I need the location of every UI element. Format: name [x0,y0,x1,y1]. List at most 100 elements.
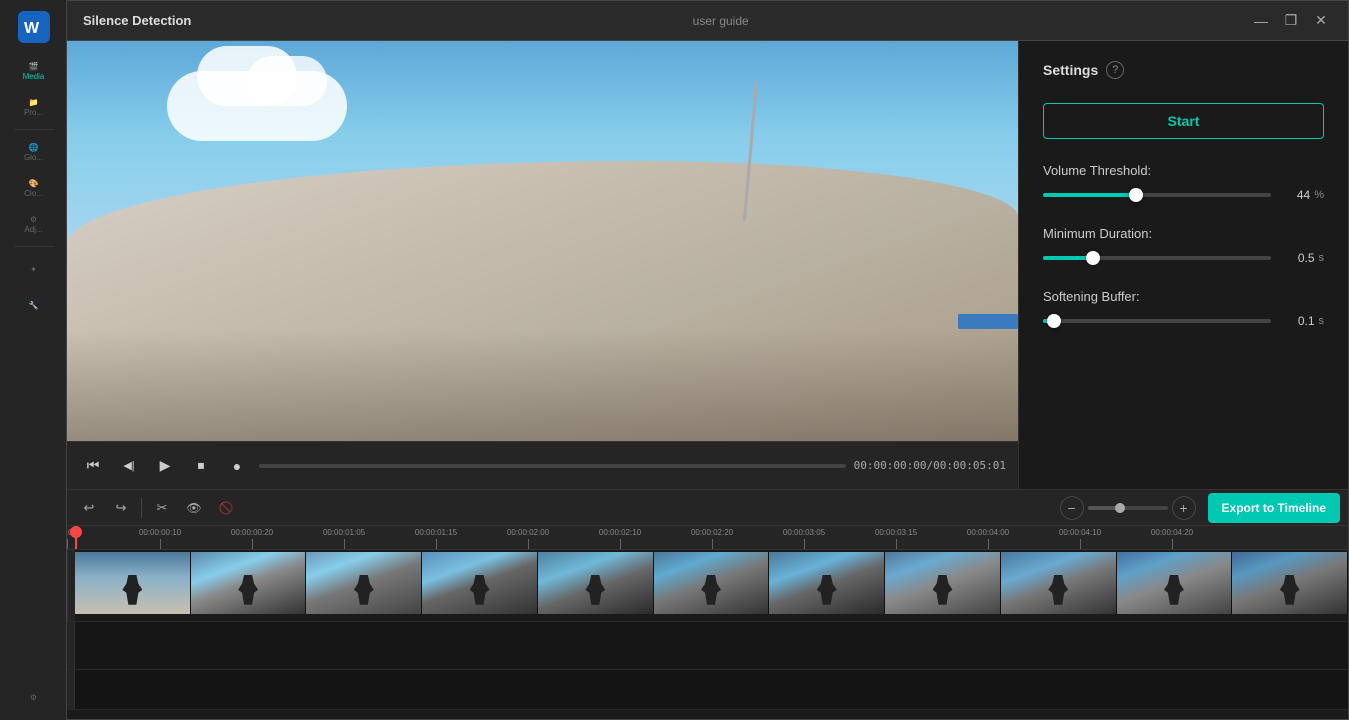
volume-threshold-unit: % [1314,189,1324,201]
stop-button[interactable]: ⏹ [187,452,215,480]
minimize-button[interactable]: — [1250,10,1272,32]
export-to-timeline-button[interactable]: Export to Timeline [1208,493,1340,523]
softening-buffer-group: Softening Buffer: 0.1 s [1043,289,1324,328]
thumb-frame-2 [191,552,307,614]
volume-threshold-fill [1043,193,1136,197]
softening-buffer-slider[interactable] [1043,319,1271,323]
skater-7 [817,575,837,605]
timeline-ruler: 00:00 00:00:00:10 00:00:00:20 00:00:01:0… [67,526,1348,550]
thumb-frame-5 [538,552,654,614]
zoom-in-button[interactable]: + [1172,496,1196,520]
dialog-title: Silence Detection [83,13,191,28]
video-progress-bar[interactable] [259,464,846,468]
audio-track-label-2 [67,670,75,709]
time-indicator-head [70,526,82,538]
undo-button[interactable]: ↩ [75,494,103,522]
zoom-thumb[interactable] [1115,503,1125,513]
thumb-frame-8 [885,552,1001,614]
skater-10 [1164,575,1184,605]
ruler-label-1: 00:00:00:10 [139,528,181,539]
minimum-duration-label: Minimum Duration: [1043,226,1324,241]
sidebar-item-adjust[interactable]: ⚙ Adj... [8,207,60,241]
softening-buffer-value: 0.1 s [1279,314,1324,328]
ruler-label-5: 00:00:02:00 [507,528,549,539]
minimum-duration-thumb[interactable] [1086,251,1100,265]
video-controls-bar: ⏮ ◀| ▶ ⏹ ● 00:00:00:00/00:00:05:01 [67,441,1018,489]
start-button[interactable]: Start [1043,103,1324,139]
skater-3 [354,575,374,605]
ruler-tick-5 [528,539,529,549]
sidebar-item-global[interactable]: 🌐 Glo... [8,135,60,169]
audio-track-content-2[interactable] [75,670,1348,709]
softening-buffer-thumb[interactable] [1047,314,1061,328]
timeline-tracks [67,550,1348,719]
restore-button[interactable]: ❐ [1280,10,1302,32]
dialog-main: ⏮ ◀| ▶ ⏹ ● 00:00:00:00/00:00:05:01 Setti… [67,41,1348,489]
play-button[interactable]: ▶ [151,452,179,480]
video-track-content[interactable] [75,550,1348,621]
left-sidebar: W 🎬 Media 📁 Pro... 🌐 Glo... 🎨 Clo... ⚙ A… [0,0,68,720]
loop-button[interactable]: ● [223,452,251,480]
redo-button[interactable]: ↪ [107,494,135,522]
silence-detection-dialog: Silence Detection user guide — ❐ ✕ [66,0,1349,720]
step-frame-back-button[interactable]: ◀| [115,452,143,480]
zoom-out-button[interactable]: − [1060,496,1084,520]
zoom-controls: − + [1060,496,1196,520]
audio-track-content[interactable] [75,622,1348,669]
volume-threshold-row: 44 % [1043,188,1324,202]
sidebar-item-project[interactable]: 📁 Pro... [8,90,60,124]
ruler-label-10: 00:00:04:00 [967,528,1009,539]
dialog-titlebar: Silence Detection user guide — ❐ ✕ [67,1,1348,41]
thumb-frame-4 [422,552,538,614]
timeline-area: ↩ ↪ ✂ 👁 🚫 − + Export to Timeline [67,489,1348,719]
skater-11 [1280,575,1300,605]
ruler-tick-12 [1172,539,1173,549]
skater-8 [933,575,953,605]
close-button[interactable]: ✕ [1310,10,1332,32]
skip-back-button[interactable]: ⏮ [79,452,107,480]
sidebar-item-tools[interactable]: 🔧 [8,288,60,322]
video-track-row [67,550,1348,622]
thumb-frame-1 [75,552,191,614]
volume-threshold-slider[interactable] [1043,193,1271,197]
minimum-duration-slider[interactable] [1043,256,1271,260]
settings-title: Settings [1043,62,1098,78]
skater-4 [470,575,490,605]
help-icon[interactable]: ? [1106,61,1124,79]
thumb-frame-3 [306,552,422,614]
show-button[interactable]: 👁 [180,494,208,522]
thumb-frame-11 [1232,552,1348,614]
volume-threshold-thumb[interactable] [1129,188,1143,202]
ramp-shadow [67,329,1018,441]
sidebar-item-settings[interactable]: ⚙ [8,680,60,714]
sidebar-item-effects[interactable]: ✦ [8,252,60,286]
sidebar-divider [14,129,54,130]
sidebar-item-color[interactable]: 🎨 Clo... [8,171,60,205]
video-track-label [67,550,75,621]
zoom-slider[interactable] [1088,506,1168,510]
skate-ramp [67,161,1018,441]
sidebar-item-media[interactable]: 🎬 Media [8,54,60,88]
minimum-duration-value: 0.5 s [1279,251,1324,265]
ruler-tick-11 [1080,539,1081,549]
hide-button[interactable]: 🚫 [212,494,240,522]
ruler-label-2: 00:00:00:20 [231,528,273,539]
volume-threshold-group: Volume Threshold: 44 % [1043,163,1324,202]
ruler-tick-7 [712,539,713,549]
ruler-tick-3 [344,539,345,549]
ruler-label-9: 00:00:03:15 [875,528,917,539]
minimum-duration-number: 0.5 [1287,251,1315,265]
ruler-label-6: 00:00:02:10 [599,528,641,539]
volume-threshold-value: 44 % [1279,188,1324,202]
blue-accent [958,314,1018,329]
thumb-frame-9 [1001,552,1117,614]
ruler-label-4: 00:00:01:15 [415,528,457,539]
minimum-duration-group: Minimum Duration: 0.5 s [1043,226,1324,265]
svg-text:W: W [24,20,40,37]
softening-buffer-row: 0.1 s [1043,314,1324,328]
video-area: ⏮ ◀| ▶ ⏹ ● 00:00:00:00/00:00:05:01 [67,41,1018,489]
audio-track-label [67,622,75,669]
audio-track-row-2 [67,670,1348,710]
time-display: 00:00:00:00/00:00:05:01 [854,459,1006,472]
cut-button[interactable]: ✂ [148,494,176,522]
